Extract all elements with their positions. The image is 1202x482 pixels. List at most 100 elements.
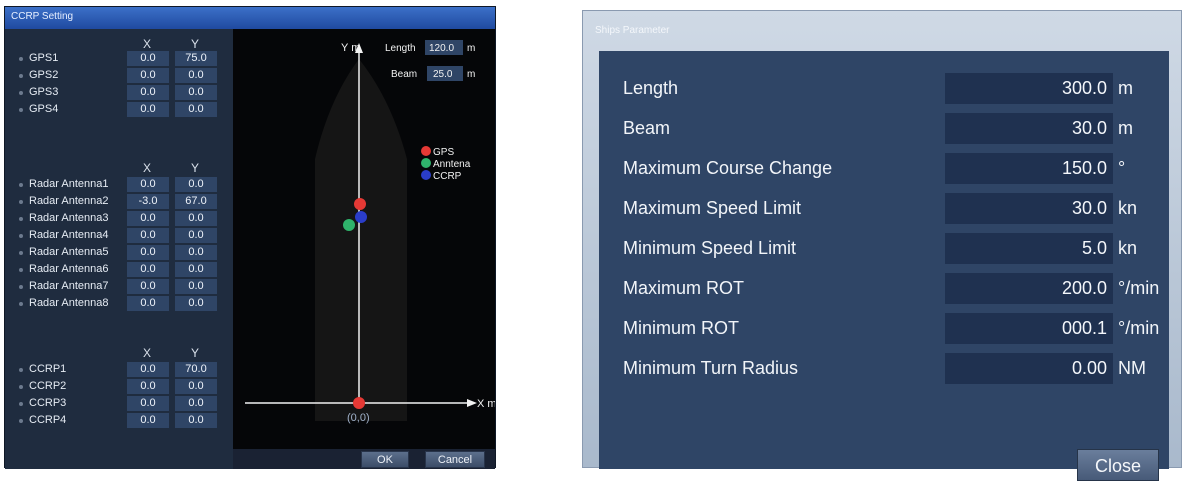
y-input[interactable]: 0.0	[175, 262, 217, 277]
select-dot[interactable]	[19, 268, 23, 272]
select-dot[interactable]	[19, 91, 23, 95]
x-input[interactable]: 0.0	[127, 51, 169, 66]
beam-unit: m	[467, 69, 475, 80]
select-dot[interactable]	[19, 57, 23, 61]
parameter-unit: m	[1118, 78, 1133, 98]
x-input[interactable]: 0.0	[127, 85, 169, 100]
parameter-value: 150.0	[1061, 158, 1107, 178]
select-dot[interactable]	[19, 368, 23, 372]
x-input[interactable]: 0.0	[127, 362, 169, 377]
ship-diagram: Y m X m (0,0) Length 120.0 m Beam 25.0 m…	[233, 29, 497, 449]
row-label: Radar Antenna4	[29, 229, 109, 241]
ok-button[interactable]: OK	[361, 451, 409, 468]
y-input[interactable]: 0.0	[175, 102, 217, 117]
parameter-field[interactable]: 300.0	[945, 73, 1113, 104]
y-input[interactable]: 0.0	[175, 68, 217, 83]
select-dot[interactable]	[19, 200, 23, 204]
select-dot[interactable]	[19, 217, 23, 221]
x-input[interactable]: 0.0	[127, 262, 169, 277]
x-input[interactable]: 0.0	[127, 413, 169, 428]
row-label: Radar Antenna5	[29, 246, 109, 258]
column-header-x: X	[142, 346, 151, 360]
origin-marker	[353, 397, 365, 409]
x-input[interactable]: 0.0	[127, 211, 169, 226]
parameter-field[interactable]: 30.0	[945, 193, 1113, 224]
select-dot[interactable]	[19, 234, 23, 238]
y-input[interactable]: 75.0	[175, 51, 217, 66]
row-label: Radar Antenna1	[29, 178, 109, 190]
cancel-button[interactable]: Cancel	[425, 451, 485, 468]
y-input[interactable]: 70.0	[175, 362, 217, 377]
button-bar: OK Cancel	[233, 449, 495, 469]
length-value: 120.0	[429, 43, 454, 54]
select-dot[interactable]	[19, 285, 23, 289]
parameter-value: 30.0	[1071, 118, 1107, 138]
y-input[interactable]: 0.0	[175, 85, 217, 100]
x-input[interactable]: 0.0	[127, 228, 169, 243]
parameter-value: 5.0	[1081, 238, 1107, 258]
row-label: Radar Antenna8	[29, 297, 109, 309]
y-input[interactable]: 0.0	[175, 228, 217, 243]
ccrp-row: CCRP1 0.0 70.0	[5, 362, 233, 378]
y-input[interactable]: 0.0	[175, 396, 217, 411]
y-input[interactable]: 0.0	[175, 177, 217, 192]
ccrp-setting-dialog: CCRP Setting X Y GPS1 0.0 75.0 GPS2 0.0 …	[4, 6, 497, 469]
parameter-label: Minimum Turn Radius	[623, 358, 799, 378]
legend-ccrp-swatch	[421, 170, 431, 180]
ccrp-row: CCRP4 0.0 0.0	[5, 413, 233, 429]
x-input[interactable]: -3.0	[127, 194, 169, 209]
select-dot[interactable]	[19, 251, 23, 255]
dialog-title: Ships Parameter	[595, 25, 670, 36]
parameter-row: Length 300.0 m	[599, 69, 1169, 109]
gps-row: GPS1 0.0 75.0	[5, 51, 233, 67]
parameter-value: 300.0	[1061, 78, 1107, 98]
radar-row: Radar Antenna6 0.0 0.0	[5, 262, 233, 278]
select-dot[interactable]	[19, 183, 23, 187]
x-input[interactable]: 0.0	[127, 396, 169, 411]
radar-row: Radar Antenna7 0.0 0.0	[5, 279, 233, 295]
select-dot[interactable]	[19, 402, 23, 406]
x-input[interactable]: 0.0	[127, 102, 169, 117]
column-header-y: Y	[190, 161, 199, 175]
legend-antenna-label: Anntena	[433, 159, 471, 170]
radar-row: Radar Antenna1 0.0 0.0	[5, 177, 233, 193]
beam-value: 25.0	[433, 69, 453, 80]
select-dot[interactable]	[19, 385, 23, 389]
parameter-row: Minimum Speed Limit 5.0 kn	[599, 229, 1169, 269]
titlebar: CCRP Setting	[5, 7, 495, 29]
x-input[interactable]: 0.0	[127, 379, 169, 394]
x-input[interactable]: 0.0	[127, 245, 169, 260]
y-input[interactable]: 67.0	[175, 194, 217, 209]
parameter-field[interactable]: 200.0	[945, 273, 1113, 304]
parameter-value: 30.0	[1071, 198, 1107, 218]
select-dot[interactable]	[19, 302, 23, 306]
x-input[interactable]: 0.0	[127, 296, 169, 311]
parameter-field[interactable]: 30.0	[945, 113, 1113, 144]
y-input[interactable]: 0.0	[175, 413, 217, 428]
parameter-field[interactable]: 5.0	[945, 233, 1113, 264]
x-input[interactable]: 0.0	[127, 177, 169, 192]
y-input[interactable]: 0.0	[175, 245, 217, 260]
parameter-field[interactable]: 000.1	[945, 313, 1113, 344]
parameter-field[interactable]: 150.0	[945, 153, 1113, 184]
gps-row: GPS2 0.0 0.0	[5, 68, 233, 84]
row-label: Radar Antenna7	[29, 280, 109, 292]
ship-diagram-svg: Y m X m (0,0) Length 120.0 m Beam 25.0 m…	[245, 40, 497, 424]
y-input[interactable]: 0.0	[175, 279, 217, 294]
row-label: CCRP4	[29, 414, 67, 426]
select-dot[interactable]	[19, 419, 23, 423]
y-input[interactable]: 0.0	[175, 379, 217, 394]
x-input[interactable]: 0.0	[127, 68, 169, 83]
parameter-value: 200.0	[1061, 278, 1107, 298]
ccrp-marker	[355, 211, 367, 223]
y-input[interactable]: 0.0	[175, 296, 217, 311]
x-input[interactable]: 0.0	[127, 279, 169, 294]
radar-row: Radar Antenna4 0.0 0.0	[5, 228, 233, 244]
y-input[interactable]: 0.0	[175, 211, 217, 226]
row-label: GPS3	[29, 86, 59, 98]
parameter-label: Maximum Speed Limit	[623, 198, 802, 218]
select-dot[interactable]	[19, 108, 23, 112]
close-button[interactable]: Close	[1077, 449, 1159, 481]
parameter-field[interactable]: 0.00	[945, 353, 1113, 384]
select-dot[interactable]	[19, 74, 23, 78]
